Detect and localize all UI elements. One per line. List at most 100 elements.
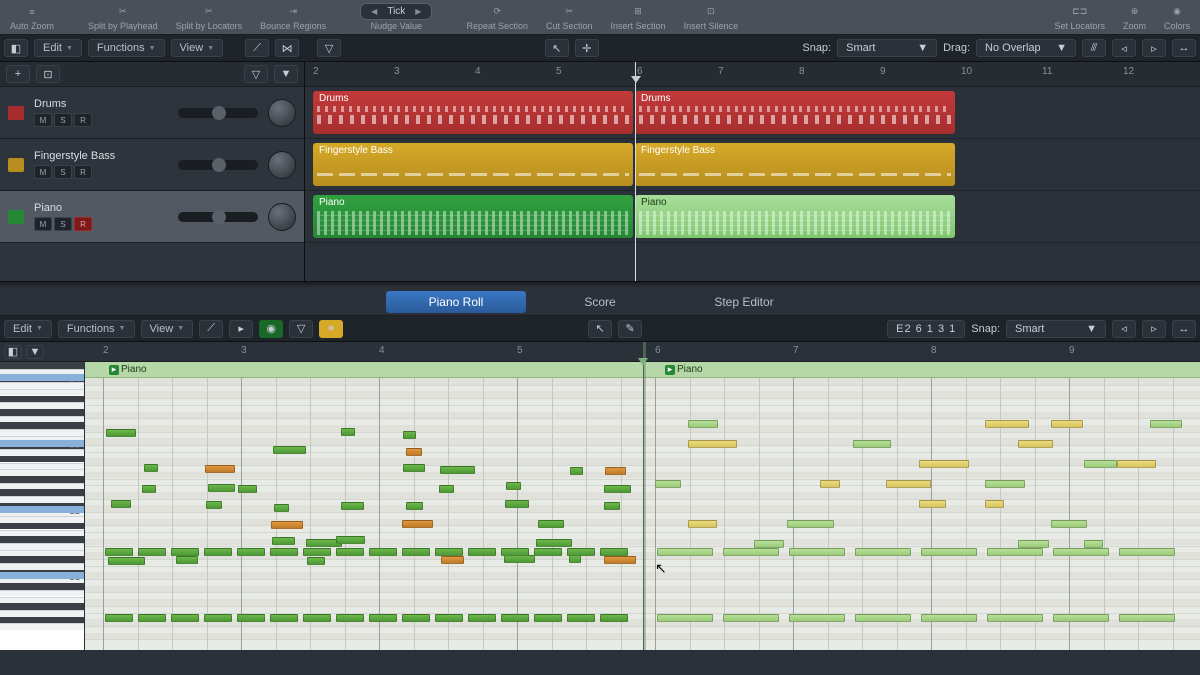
insert-icon: ⊞ [634,4,642,20]
colors-button[interactable]: ◉Colors [1158,4,1196,31]
scissors-icon: ✂ [119,4,127,20]
tab-step-editor[interactable]: Step Editor [674,291,814,313]
solo-button[interactable]: S [54,165,72,179]
add-track-button[interactable]: + [6,65,30,83]
solo-button[interactable]: S [54,217,72,231]
dropdown-button[interactable]: ▼ [26,345,44,359]
cut-section-button[interactable]: ✂Cut Section [540,4,599,31]
insert-section-button[interactable]: ⊞Insert Section [605,4,672,31]
dropdown-button[interactable]: ▼ [274,65,298,83]
volume-slider[interactable] [178,160,258,170]
region-piano-1[interactable]: Piano [313,195,633,238]
region-bass-2[interactable]: Fingerstyle Bass [635,143,955,186]
region-drums-1[interactable]: Drums [313,91,633,134]
tab-score[interactable]: Score [530,291,670,313]
pan-knob[interactable] [268,151,296,179]
playhead[interactable] [643,342,644,650]
track-header-piano[interactable]: Piano M S R [0,191,304,243]
region-drums-2[interactable]: Drums [635,91,955,134]
drag-label: Drag: [943,42,970,54]
arrange-grid[interactable]: 23456789101112 Drums Drums Fingerstyle B… [305,62,1200,281]
view-menu[interactable]: View▼ [171,39,224,57]
piano-roll-grid[interactable]: 23456789 Piano Piano ↖ [85,342,1200,650]
pan-knob[interactable] [268,99,296,127]
magnify-icon: ⊕ [1131,4,1139,20]
repeat-icon: ⟳ [493,4,501,20]
midi-in-button[interactable]: ◉ [259,320,283,338]
marquee-tool[interactable]: ✛ [575,39,599,57]
nav-fwd-button[interactable]: ▹ [1142,39,1166,57]
arrange-toolbar: ◧ Edit▼ Functions▼ View▼ ⟋ ⋈ ▽ ↖ ✛ Snap:… [0,35,1200,62]
volume-slider[interactable] [178,108,258,118]
cut-icon: ✂ [565,4,573,20]
insert-silence-button[interactable]: ⊡Insert Silence [678,4,745,31]
edit-menu[interactable]: Edit▼ [4,320,52,338]
functions-menu[interactable]: Functions▼ [58,320,135,338]
playhead[interactable] [635,62,636,281]
record-button[interactable]: R [74,113,92,127]
arrange-view: + ⊡ ▽ ▼ Drums M S R Fingerstyle Bass [0,62,1200,282]
drag-dropdown[interactable]: No Overlap▼ [976,39,1076,57]
left-panel-button[interactable]: ◧ [4,39,28,57]
edit-menu[interactable]: Edit▼ [34,39,82,57]
pointer-tool[interactable]: ↖ [588,320,612,338]
mute-button[interactable]: M [34,113,52,127]
nav-back-button[interactable]: ◃ [1112,320,1136,338]
track-header-bass[interactable]: Fingerstyle Bass M S R [0,139,304,191]
snap-dropdown[interactable]: Smart▼ [837,39,937,57]
silence-icon: ⊡ [707,4,715,20]
bounce-regions-button[interactable]: ⇥Bounce Regions [254,4,332,31]
track-header-drums[interactable]: Drums M S R [0,87,304,139]
zoom-icon: ≡ [29,4,34,20]
volume-slider[interactable] [178,212,258,222]
filter-button[interactable]: ▽ [244,65,268,83]
split-locators-button[interactable]: ✂Split by Locators [170,4,249,31]
auto-zoom-button[interactable]: ≡Auto Zoom [4,4,60,31]
piano-roll-sidebar: ◧ ▼ C4C3C2C1 [0,342,85,650]
filter-button[interactable]: ▽ [317,39,341,57]
pan-knob[interactable] [268,203,296,231]
region-piano-2[interactable]: Piano [635,195,955,238]
piano-keyboard[interactable]: C4C3C2C1 [0,362,84,650]
solo-button[interactable]: S [54,113,72,127]
automation-button[interactable]: ⟋ [199,320,223,338]
expand-button[interactable]: ↔ [1172,39,1196,57]
snap-dropdown[interactable]: Smart▼ [1006,320,1106,338]
automation-button[interactable]: ⟋ [245,39,269,57]
repeat-section-button[interactable]: ⟳Repeat Section [460,4,534,31]
nav-back-button[interactable]: ◃ [1112,39,1136,57]
zoom-button[interactable]: ⊕Zoom [1117,4,1152,31]
track-name: Piano [34,202,168,214]
track-name: Fingerstyle Bass [34,150,168,162]
arrange-ruler[interactable]: 23456789101112 [305,62,1200,87]
flex-button[interactable]: ⋈ [275,39,299,57]
pencil-tool[interactable]: ✎ [618,320,642,338]
track-header-toolbar: + ⊡ ▽ ▼ [0,62,304,87]
filter-button[interactable]: ▽ [289,320,313,338]
record-button[interactable]: R [74,217,92,231]
mute-button[interactable]: M [34,165,52,179]
nav-fwd-button[interactable]: ▹ [1142,320,1166,338]
region-bass-1[interactable]: Fingerstyle Bass [313,143,633,186]
collapse-button[interactable]: ▸ [229,320,253,338]
nudge-value-control[interactable]: ◀Tick▶ Nudge Value [354,3,438,31]
chevron-left-icon[interactable]: ◀ [371,7,377,16]
piano-roll-sidebar-toolbar: ◧ ▼ [0,342,84,362]
catch-button[interactable]: ⊡ [36,65,60,83]
inspector-button[interactable]: ◧ [4,345,22,359]
snap-label: Snap: [802,42,831,54]
pointer-tool[interactable]: ↖ [545,39,569,57]
functions-menu[interactable]: Functions▼ [88,39,165,57]
split-playhead-button[interactable]: ✂Split by Playhead [82,4,164,31]
record-button[interactable]: R [74,165,92,179]
waveform-zoom-button[interactable]: ⫻ [1082,39,1106,57]
mouse-cursor: ↖ [655,560,667,577]
expand-button[interactable]: ↔ [1172,320,1196,338]
link-button[interactable]: ⚭ [319,320,343,338]
region-label: Piano [659,362,703,377]
chevron-right-icon[interactable]: ▶ [415,7,421,16]
mute-button[interactable]: M [34,217,52,231]
view-menu[interactable]: View▼ [141,320,194,338]
set-locators-button[interactable]: ⊏⊐Set Locators [1048,4,1111,31]
tab-piano-roll[interactable]: Piano Roll [386,291,526,313]
